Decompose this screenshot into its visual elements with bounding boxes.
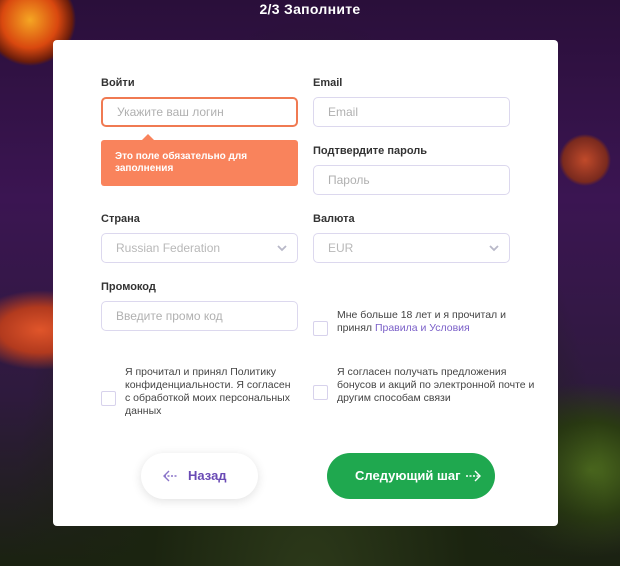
confirm-password-input[interactable]: Пароль xyxy=(313,165,510,195)
next-step-button[interactable]: Следующий шаг xyxy=(327,453,495,499)
country-value: Russian Federation xyxy=(116,241,221,255)
privacy-consent-text: Я прочитал и принял Политику конфиденциа… xyxy=(125,366,291,417)
age-consent-text: Мне больше 18 лет и я прочитал и принял … xyxy=(337,309,537,335)
registration-form: Войти Укажите ваш логин Это поле обязате… xyxy=(53,40,558,526)
promo-input[interactable]: Введите промо код xyxy=(101,301,298,331)
currency-select[interactable]: EUR xyxy=(313,233,510,263)
error-tooltip: Это поле обязательно для заполнения xyxy=(101,134,298,186)
age-consent-checkbox[interactable] xyxy=(313,321,328,336)
back-button-label: Назад xyxy=(188,468,227,483)
login-label: Войти xyxy=(101,77,135,89)
terms-link[interactable]: Правила и Условия xyxy=(375,322,470,334)
email-input[interactable]: Email xyxy=(313,97,510,127)
tooltip-text: Это поле обязательно для заполнения xyxy=(115,151,248,174)
tooltip-arrow xyxy=(141,134,155,141)
login-input[interactable]: Укажите ваш логин xyxy=(101,97,298,127)
bonus-consent-text: Я согласен получать предложения бонусов … xyxy=(337,366,535,404)
arrow-right-icon xyxy=(466,470,481,482)
currency-value: EUR xyxy=(328,241,354,255)
chevron-down-icon xyxy=(277,245,287,252)
confirm-password-label: Подтвердите пароль xyxy=(313,145,428,157)
privacy-consent-checkbox[interactable] xyxy=(101,391,116,406)
currency-label: Валюта xyxy=(313,213,355,225)
country-label: Страна xyxy=(101,213,140,225)
chevron-down-icon xyxy=(489,245,499,252)
next-step-button-label: Следующий шаг xyxy=(355,468,461,483)
back-button[interactable]: Назад xyxy=(141,453,258,499)
arrow-left-icon xyxy=(163,470,178,482)
promo-label: Промокод xyxy=(101,281,156,293)
bonus-consent-checkbox[interactable] xyxy=(313,385,328,400)
country-select[interactable]: Russian Federation xyxy=(101,233,298,263)
step-title: 2/3 Заполните xyxy=(259,1,361,17)
email-label: Email xyxy=(313,77,343,89)
